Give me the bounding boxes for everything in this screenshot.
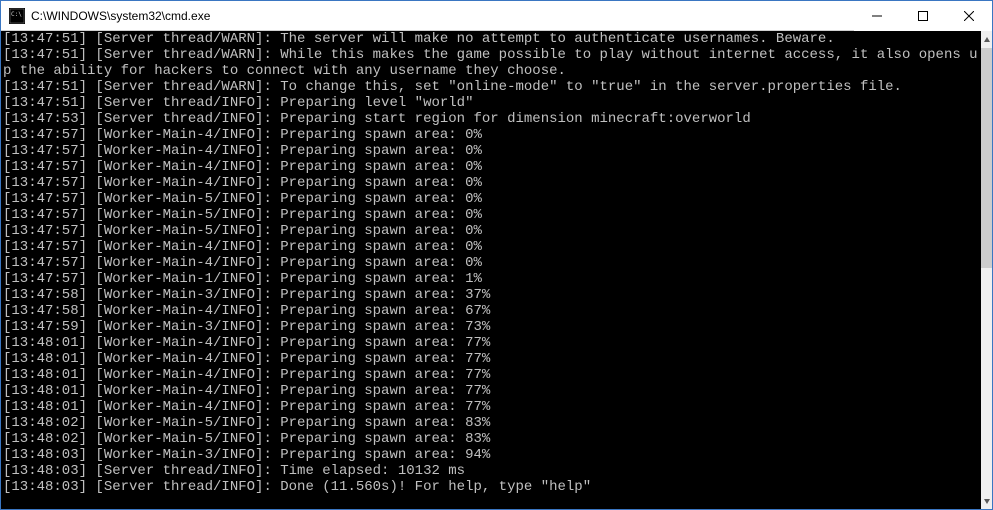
log-line: [13:48:01] [Worker-Main-4/INFO]: Prepari… <box>3 383 979 399</box>
log-line: [13:47:51] [Server thread/WARN]: While t… <box>3 47 979 79</box>
cmd-window: C:\ C:\WINDOWS\system32\cmd.exe [13:47:5… <box>0 0 993 510</box>
log-line: [13:47:57] [Worker-Main-4/INFO]: Prepari… <box>3 127 979 143</box>
scroll-track[interactable] <box>981 48 992 492</box>
log-line: [13:47:58] [Worker-Main-3/INFO]: Prepari… <box>3 287 979 303</box>
log-line: [13:48:01] [Worker-Main-4/INFO]: Prepari… <box>3 367 979 383</box>
log-line: [13:48:02] [Worker-Main-5/INFO]: Prepari… <box>3 431 979 447</box>
log-line: [13:47:57] [Worker-Main-5/INFO]: Prepari… <box>3 191 979 207</box>
window-title: C:\WINDOWS\system32\cmd.exe <box>31 9 210 23</box>
log-line: [13:48:01] [Worker-Main-4/INFO]: Prepari… <box>3 399 979 415</box>
log-line: [13:47:51] [Server thread/INFO]: Prepari… <box>3 95 979 111</box>
vertical-scrollbar[interactable] <box>981 31 992 509</box>
console-output[interactable]: [13:47:51] [Server thread/WARN]: The ser… <box>1 31 981 509</box>
cmd-icon: C:\ <box>9 8 25 24</box>
log-line: [13:48:03] [Worker-Main-3/INFO]: Prepari… <box>3 447 979 463</box>
close-button[interactable] <box>946 1 992 31</box>
log-line: [13:47:51] [Server thread/WARN]: To chan… <box>3 79 979 95</box>
client-area: [13:47:51] [Server thread/WARN]: The ser… <box>1 31 992 509</box>
minimize-button[interactable] <box>854 1 900 31</box>
scroll-thumb[interactable] <box>981 48 992 268</box>
log-line: [13:47:58] [Worker-Main-4/INFO]: Prepari… <box>3 303 979 319</box>
svg-text:C:\: C:\ <box>11 11 22 18</box>
scroll-up-button[interactable] <box>981 31 992 48</box>
titlebar[interactable]: C:\ C:\WINDOWS\system32\cmd.exe <box>1 1 992 31</box>
log-line: [13:47:57] [Worker-Main-4/INFO]: Prepari… <box>3 143 979 159</box>
log-line: [13:47:51] [Server thread/WARN]: The ser… <box>3 31 979 47</box>
log-line: [13:48:03] [Server thread/INFO]: Done (1… <box>3 479 979 495</box>
log-line: [13:48:03] [Server thread/INFO]: Time el… <box>3 463 979 479</box>
log-line: [13:47:53] [Server thread/INFO]: Prepari… <box>3 111 979 127</box>
log-line: [13:47:57] [Worker-Main-4/INFO]: Prepari… <box>3 159 979 175</box>
log-line: [13:48:01] [Worker-Main-4/INFO]: Prepari… <box>3 335 979 351</box>
log-line: [13:47:57] [Worker-Main-4/INFO]: Prepari… <box>3 239 979 255</box>
log-line: [13:47:57] [Worker-Main-5/INFO]: Prepari… <box>3 207 979 223</box>
log-line: [13:47:57] [Worker-Main-5/INFO]: Prepari… <box>3 223 979 239</box>
log-line: [13:47:57] [Worker-Main-1/INFO]: Prepari… <box>3 271 979 287</box>
log-line: [13:48:01] [Worker-Main-4/INFO]: Prepari… <box>3 351 979 367</box>
maximize-button[interactable] <box>900 1 946 31</box>
scroll-down-button[interactable] <box>981 492 992 509</box>
log-line: [13:47:57] [Worker-Main-4/INFO]: Prepari… <box>3 175 979 191</box>
log-line: [13:47:57] [Worker-Main-4/INFO]: Prepari… <box>3 255 979 271</box>
log-line: [13:47:59] [Worker-Main-3/INFO]: Prepari… <box>3 319 979 335</box>
log-line: [13:48:02] [Worker-Main-5/INFO]: Prepari… <box>3 415 979 431</box>
